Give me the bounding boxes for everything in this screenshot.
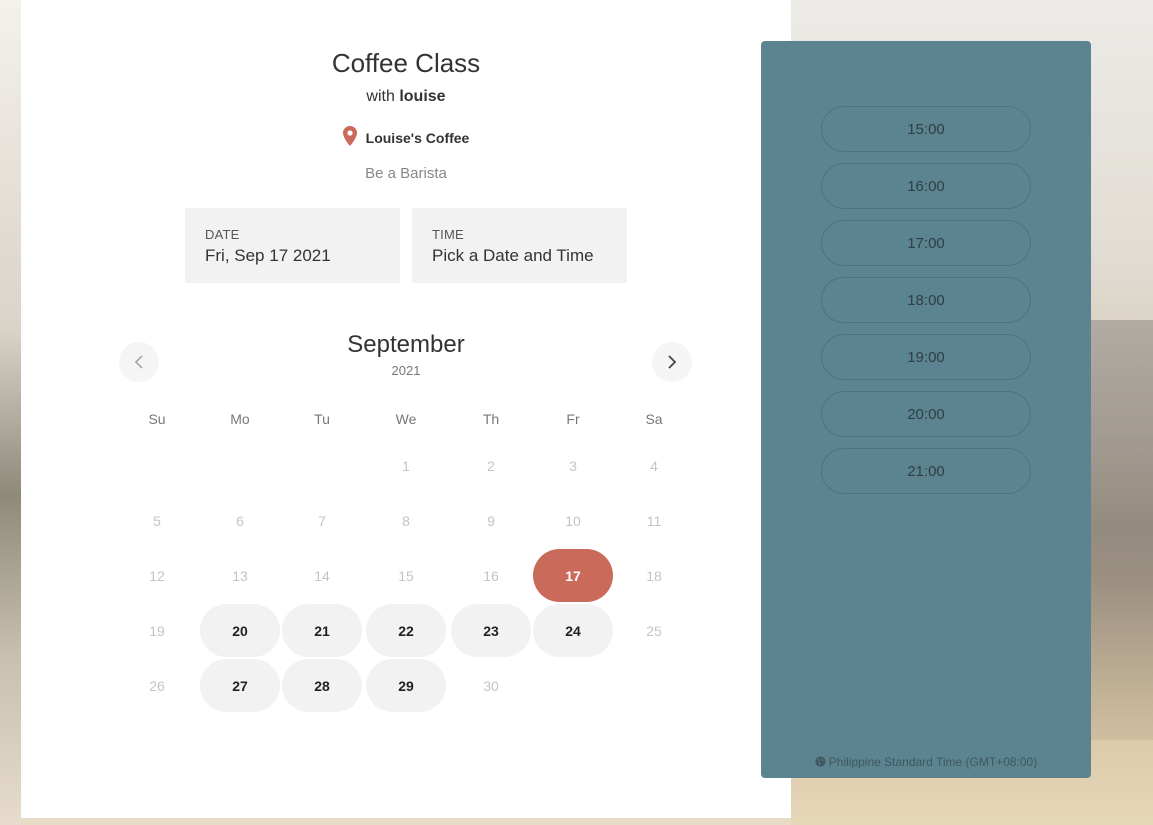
calendar-day-available[interactable]: 23: [451, 604, 531, 657]
weekday-label: Mo: [230, 411, 250, 427]
weekday-label: Tu: [314, 411, 330, 427]
event-location: Louise's Coffee: [21, 126, 791, 146]
host-prefix: with: [366, 88, 395, 105]
weekday-label: Sa: [645, 411, 663, 427]
time-slot-button[interactable]: 17:00: [821, 220, 1031, 266]
calendar-day-disabled: 12: [149, 567, 165, 584]
calendar-day-disabled: 26: [149, 677, 165, 694]
calendar-day-available[interactable]: 28: [282, 659, 362, 712]
calendar-day-disabled: 4: [650, 457, 658, 474]
calendar-day-disabled: 9: [487, 512, 495, 529]
time-slot-button[interactable]: 21:00: [821, 448, 1031, 494]
timezone-label[interactable]: Philippine Standard Time (GMT+08:00): [761, 755, 1091, 769]
calendar-day-disabled: 14: [314, 567, 330, 584]
calendar-day-disabled: 10: [565, 512, 581, 529]
booking-card: Coffee Class with louise Louise's Coffee…: [21, 0, 791, 818]
time-slot-button[interactable]: 16:00: [821, 163, 1031, 209]
date-label: DATE: [205, 227, 240, 242]
calendar-day-disabled: 1: [402, 457, 410, 474]
weekday-label: Su: [148, 411, 166, 427]
map-pin-icon: [342, 126, 357, 146]
time-slot-button[interactable]: 19:00: [821, 334, 1031, 380]
calendar-day-disabled: 16: [483, 567, 499, 584]
host-name: louise: [399, 88, 446, 105]
calendar-day-disabled: 13: [232, 567, 248, 584]
calendar-day-disabled: 19: [149, 622, 165, 639]
calendar-day-disabled: 2: [487, 457, 495, 474]
weekday-label: Fr: [566, 411, 580, 427]
time-value: Pick a Date and Time: [432, 246, 594, 265]
calendar-day-disabled: 7: [318, 512, 326, 529]
calendar-day-disabled: 5: [153, 512, 161, 529]
location-label: Louise's Coffee: [365, 130, 470, 146]
calendar-day-disabled: 15: [398, 567, 414, 584]
weekday-label: We: [395, 411, 417, 427]
date-field[interactable]: DATE Fri, Sep 17 2021: [185, 208, 400, 283]
time-slot-panel: 15:00 16:00 17:00 18:00 19:00 20:00 21:00 Phil…: [761, 41, 1091, 778]
calendar-day-selected[interactable]: 17: [533, 549, 613, 602]
calendar-day-disabled: 6: [236, 512, 244, 529]
calendar-day-disabled: 8: [402, 512, 410, 529]
event-title: Coffee Class: [331, 48, 481, 78]
calendar-day-disabled: 3: [569, 457, 577, 474]
chevron-right-icon: [668, 355, 677, 369]
calendar-day-available[interactable]: 21: [282, 604, 362, 657]
time-slot-button[interactable]: 20:00: [821, 391, 1031, 437]
calendar-day-disabled: 30: [483, 677, 499, 694]
event-description: Be a Barista: [365, 165, 447, 182]
next-month-button[interactable]: [652, 342, 692, 382]
time-slot-button[interactable]: 18:00: [821, 277, 1031, 323]
calendar-day-disabled: 11: [646, 512, 662, 529]
timezone-text: Philippine Standard Time (GMT+08:00): [828, 755, 1038, 769]
calendar-day-disabled: 25: [646, 622, 662, 639]
date-value: Fri, Sep 17 2021: [205, 246, 331, 265]
calendar-day-available[interactable]: 20: [200, 604, 280, 657]
time-field[interactable]: TIME Pick a Date and Time: [412, 208, 627, 283]
calendar-day-available[interactable]: 24: [533, 604, 613, 657]
time-label: TIME: [432, 227, 464, 242]
calendar-day-available[interactable]: 22: [366, 604, 446, 657]
time-slot-button[interactable]: 15:00: [821, 106, 1031, 152]
calendar-day-available[interactable]: 29: [366, 659, 446, 712]
globe-icon: [815, 756, 826, 767]
calendar-day-available[interactable]: 27: [200, 659, 280, 712]
calendar-day-disabled: 18: [646, 567, 662, 584]
event-host-line: with louise: [21, 88, 791, 106]
weekday-label: Th: [482, 411, 500, 427]
background-left: [0, 0, 22, 825]
